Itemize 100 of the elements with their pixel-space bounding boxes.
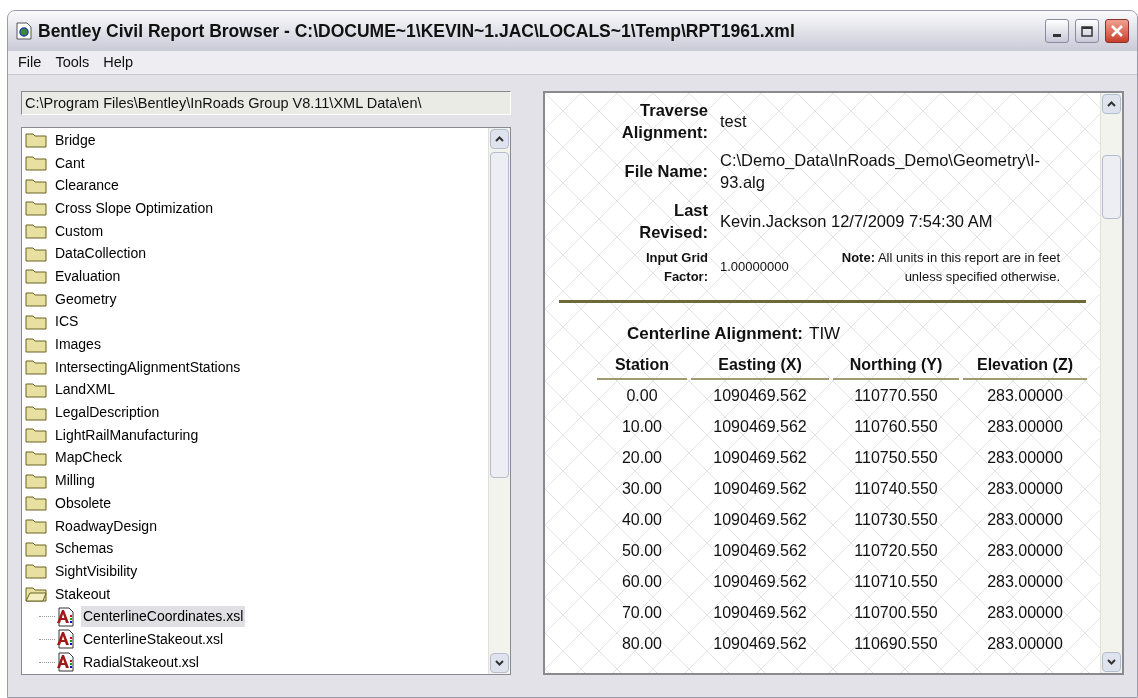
- tree-item[interactable]: RoadwayDesign: [53, 515, 159, 537]
- tree-item[interactable]: Obsolete: [53, 492, 114, 514]
- scroll-down-button[interactable]: [490, 653, 509, 673]
- table-cell-text: 40.00: [620, 509, 663, 530]
- close-button[interactable]: [1105, 19, 1129, 43]
- tree-item[interactable]: DataCollection: [53, 243, 149, 265]
- tree-item[interactable]: ICS: [53, 311, 81, 333]
- tree-item[interactable]: Clearance: [53, 175, 121, 197]
- path-field[interactable]: C:\Program Files\Bentley\InRoads Group V8.11\XML Data\en\: [21, 91, 511, 115]
- field-label: File Name:: [623, 161, 708, 182]
- table-cell-text: 1090469.562: [712, 571, 808, 592]
- table-cell-text: 1090469.562: [712, 509, 808, 530]
- maximize-button[interactable]: [1075, 19, 1099, 43]
- table-cell-text: 1090469.562: [712, 478, 808, 499]
- table-cell-text: 110750.550: [853, 447, 939, 468]
- tree-item[interactable]: LegalDescription: [53, 402, 162, 424]
- table-cell-text: 80.00: [620, 633, 663, 654]
- tree-item[interactable]: Bridge: [53, 129, 98, 151]
- column-header: Station: [597, 352, 687, 380]
- table-cell-text: 1090469.562: [712, 540, 808, 561]
- menu-item[interactable]: File: [18, 51, 42, 74]
- table-cell-text: 283.00000: [986, 416, 1064, 437]
- scroll-up-button[interactable]: [1102, 94, 1121, 114]
- table-cell-text: 283.00000: [986, 633, 1064, 654]
- tree-item[interactable]: SightVisibility: [53, 560, 140, 582]
- table-cell-text: 110690.550: [853, 633, 939, 654]
- scroll-thumb[interactable]: [490, 152, 509, 478]
- tree-item[interactable]: RadialStakeout.xsl: [81, 651, 201, 673]
- stylesheet-file-icon: [55, 606, 75, 627]
- field-value: 1.00000000: [720, 258, 790, 277]
- tree-connector: [39, 638, 55, 640]
- tree-item[interactable]: Geometry: [53, 288, 119, 310]
- section-label: Centerline Alignment:: [627, 323, 803, 345]
- tree-connector: [39, 661, 55, 663]
- scrollbar[interactable]: [488, 128, 510, 674]
- table-cell-text: 110740.550: [853, 478, 939, 499]
- scroll-thumb[interactable]: [1102, 155, 1121, 219]
- scroll-down-button[interactable]: [1102, 652, 1121, 672]
- column-header: Elevation (Z): [963, 352, 1087, 380]
- field-value: test: [720, 111, 748, 132]
- minimize-icon: [1053, 34, 1061, 37]
- table-cell-text: 283.00000: [986, 602, 1064, 623]
- maximize-icon: [1081, 25, 1093, 37]
- tree-item[interactable]: Evaluation: [53, 265, 123, 287]
- table-cell-text: 110720.550: [853, 540, 939, 561]
- field-label: Input Grid Factor:: [644, 249, 708, 286]
- field-label: Last Revised:: [638, 200, 708, 243]
- tree-item[interactable]: CenterlineStakeout.xsl: [81, 628, 226, 650]
- table-cell-text: 283.00000: [986, 509, 1064, 530]
- table-cell-text: 0.00: [625, 385, 659, 406]
- table-cell-text: 30.00: [620, 478, 663, 499]
- field-value: Kevin.Jackson 12/7/2009 7:54:30 AM: [720, 211, 994, 232]
- table-cell-text: 110770.550: [853, 385, 939, 406]
- table-cell-text: 1090469.562: [712, 385, 808, 406]
- tree-item[interactable]: CenterlineCoordinates.xsl: [81, 606, 246, 628]
- scrollbar[interactable]: [1100, 93, 1122, 673]
- tree-item[interactable]: Schemas: [53, 538, 116, 560]
- table-cell-text: 50.00: [620, 540, 663, 561]
- close-icon: [1111, 25, 1123, 37]
- scroll-up-button[interactable]: [490, 129, 509, 149]
- tree-item[interactable]: Milling: [53, 470, 97, 492]
- column-header: Easting (X): [691, 352, 829, 380]
- table-cell-text: 283.00000: [986, 571, 1064, 592]
- tree-item[interactable]: LandXML: [53, 379, 117, 401]
- table-cell-text: 283.00000: [986, 385, 1064, 406]
- table-cell-text: 1090469.562: [712, 602, 808, 623]
- minimize-button[interactable]: [1045, 19, 1069, 43]
- table-cell-text: 20.00: [620, 447, 663, 468]
- table-cell-text: 1090469.562: [712, 447, 808, 468]
- tree-item[interactable]: MapCheck: [53, 447, 124, 469]
- field-value: C:\Demo_Data\InRoads_Demo\Geometry\I-93.alg: [720, 150, 1042, 193]
- table-cell-text: 283.00000: [986, 478, 1064, 499]
- table-cell-text: 70.00: [620, 602, 663, 623]
- section-value: TIW: [809, 323, 841, 345]
- field-label: Traverse Alignment:: [620, 100, 708, 143]
- table-cell-text: 1090469.562: [712, 633, 808, 654]
- tree-item[interactable]: Stakeout: [53, 583, 113, 605]
- tree-item[interactable]: Cant: [53, 152, 87, 174]
- stylesheet-file-icon: [55, 629, 75, 650]
- table-cell-text: 283.00000: [986, 540, 1064, 561]
- table-cell-text: 110700.550: [853, 602, 939, 623]
- tree-item[interactable]: IntersectingAlignmentStations: [53, 356, 243, 378]
- tree-item[interactable]: Images: [53, 334, 103, 356]
- table-cell-text: 110710.550: [853, 571, 939, 592]
- column-header: Northing (Y): [833, 352, 959, 380]
- tree-item[interactable]: Custom: [53, 220, 106, 242]
- table-cell-text: 60.00: [620, 571, 663, 592]
- table-cell-text: 110760.550: [853, 416, 939, 437]
- table-cell-text: 283.00000: [986, 447, 1064, 468]
- table-cell-text: 110730.550: [853, 509, 939, 530]
- tree-item[interactable]: Cross Slope Optimization: [53, 197, 215, 219]
- menu-item[interactable]: Tools: [55, 51, 90, 74]
- tree-item[interactable]: LightRailManufacturing: [53, 424, 201, 446]
- table-cell-text: 10.00: [620, 416, 663, 437]
- tree-connector: [39, 616, 55, 618]
- app-icon: [16, 22, 32, 40]
- table-cell-text: 1090469.562: [712, 416, 808, 437]
- window-title: Bentley Civil Report Browser - C:\DOCUME~1\KEVIN~1.JAC\LOCALS~1\Temp\RPT1961.xml: [38, 19, 796, 43]
- units-note: Note: All units in this report are in feet unless specified otherwise.: [840, 249, 1060, 286]
- menu-item[interactable]: Help: [103, 51, 134, 74]
